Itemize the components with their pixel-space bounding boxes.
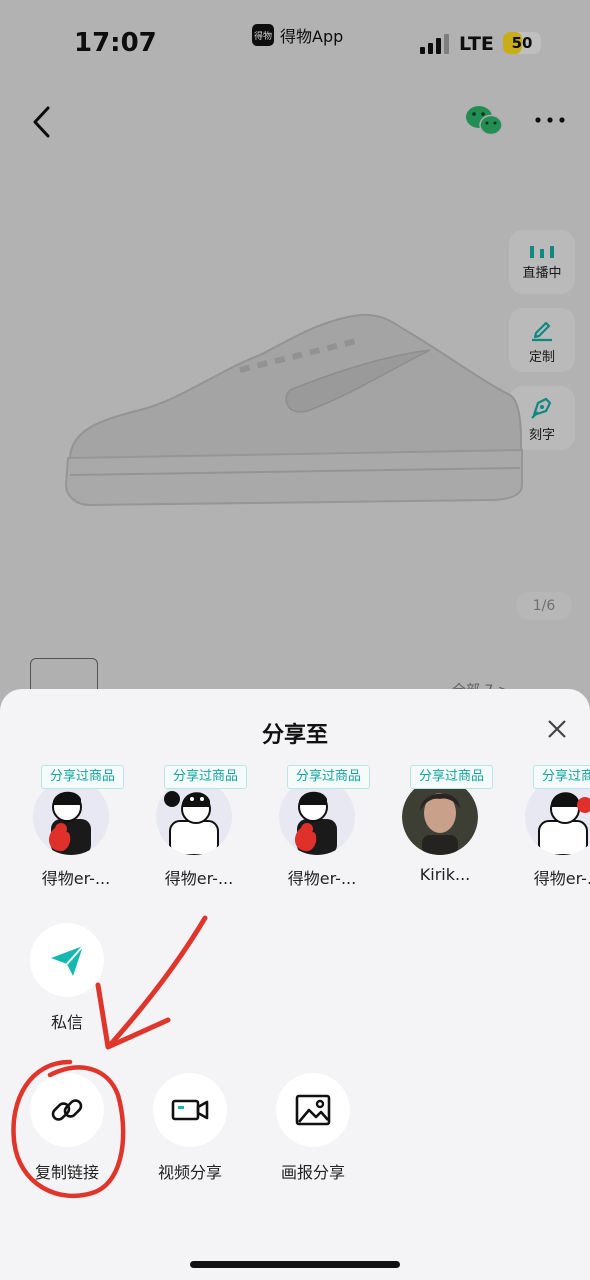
- shared-badge: 分享过商品: [41, 765, 125, 789]
- copy-link-label: 复制链接: [34, 1163, 99, 1182]
- private-message-circle: [30, 923, 104, 997]
- paper-plane-icon: [51, 945, 84, 976]
- poster-share-label: 画报分享: [280, 1163, 345, 1182]
- avatar: [402, 779, 478, 855]
- video-share-button[interactable]: 视频分享: [130, 1073, 250, 1203]
- contact-name: 得物er-...: [533, 869, 590, 888]
- avatar: [33, 779, 109, 855]
- contact-name: 得物er-...: [287, 869, 357, 888]
- image-icon: [295, 1094, 331, 1126]
- video-share-label: 视频分享: [157, 1163, 222, 1182]
- video-share-circle: [153, 1073, 227, 1147]
- poster-share-button[interactable]: 画报分享: [253, 1073, 373, 1203]
- video-camera-icon: [171, 1099, 209, 1121]
- shared-badge: 分享过商品: [410, 765, 494, 789]
- avatar: [156, 779, 232, 855]
- poster-share-circle: [276, 1073, 350, 1147]
- avatar: [525, 779, 590, 855]
- copy-link-circle: [30, 1073, 104, 1147]
- contact-name: Kirik...: [419, 865, 471, 884]
- share-sheet: 分享至 分享过商品 得物er-... 分享过商品 得物er-... 分享过商品 …: [0, 689, 590, 1280]
- home-indicator[interactable]: [190, 1261, 400, 1268]
- shared-badge: 分享过商品: [164, 765, 248, 789]
- contact-item[interactable]: 分享过商品 得物er-...: [525, 765, 590, 895]
- share-sheet-title: 分享至: [261, 723, 328, 748]
- shared-badge: 分享过商品: [287, 765, 371, 789]
- close-icon[interactable]: [545, 717, 569, 741]
- private-message-button[interactable]: 私信: [7, 923, 127, 1053]
- private-message-label: 私信: [50, 1013, 83, 1032]
- contact-name: 得物er-...: [164, 869, 234, 888]
- copy-link-button[interactable]: 复制链接: [7, 1073, 127, 1203]
- avatar: [279, 779, 355, 855]
- contact-name: 得物er-...: [41, 869, 111, 888]
- link-icon: [51, 1099, 83, 1121]
- shared-badge: 分享过商品: [533, 765, 590, 789]
